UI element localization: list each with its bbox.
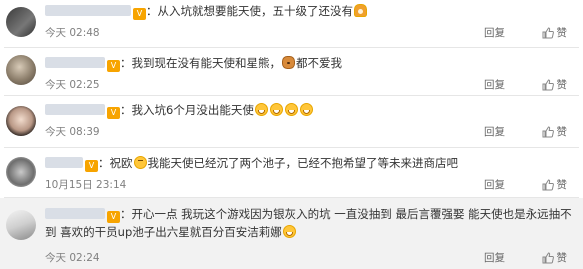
thumbs-up-icon bbox=[542, 126, 554, 138]
avatar[interactable] bbox=[6, 55, 36, 85]
comment-text: ：我入坑6个月没出能天使 bbox=[120, 103, 254, 117]
member-badge-icon: V bbox=[107, 211, 120, 223]
comment-meta: 今天 08:39 回复 赞 bbox=[45, 125, 575, 139]
like-label: 赞 bbox=[556, 126, 568, 138]
avatar[interactable] bbox=[6, 106, 36, 136]
bear-emoji-icon bbox=[282, 56, 295, 69]
avatar[interactable] bbox=[6, 157, 36, 187]
username[interactable] bbox=[45, 5, 131, 16]
grin-emoji-icon bbox=[282, 225, 296, 238]
comment-text: ：我到现在没有能天使和星熊， bbox=[120, 56, 281, 70]
comment-text: ：祝欧 bbox=[98, 156, 133, 170]
member-badge-icon: V bbox=[85, 160, 98, 172]
like-label: 赞 bbox=[556, 79, 568, 91]
comment-item: V ：从入坑就想要能天使，五十级了还没有 今天 02:48 回复 赞 bbox=[0, 0, 583, 46]
avatar[interactable] bbox=[6, 210, 36, 240]
comment-text: ：开心一点 我玩这个游戏因为银灰入的坑 一直没抽到 最后言覆强娶 能天使也是永远… bbox=[45, 207, 572, 239]
comment-meta: 10月15日 23:14 回复 赞 bbox=[45, 178, 575, 192]
comment-body: V ：从入坑就想要能天使，五十级了还没有 bbox=[45, 3, 575, 20]
reply-button[interactable]: 回复 bbox=[484, 125, 505, 139]
like-button[interactable]: 赞 bbox=[542, 26, 568, 40]
thumbs-up-icon bbox=[542, 79, 554, 91]
timestamp: 今天 02:25 bbox=[45, 79, 100, 91]
comment-meta: 今天 02:24 回复 赞 bbox=[45, 251, 575, 265]
comment-item: V ：我到现在没有能天使和星熊， 都不爱我 今天 02:25 回复 赞 bbox=[0, 48, 583, 94]
username[interactable] bbox=[45, 208, 105, 219]
reply-button[interactable]: 回复 bbox=[484, 78, 505, 92]
thumbs-up-icon bbox=[542, 27, 554, 39]
timestamp: 今天 02:24 bbox=[45, 252, 100, 264]
comment-body: V ：祝欧 我能天使已经沉了两个池子，已经不抱希望了等未来进商店吧 bbox=[45, 155, 575, 172]
comment-body: V ：我入坑6个月没出能天使 bbox=[45, 102, 575, 119]
sweat-emoji-icon bbox=[133, 156, 147, 169]
grin-emoji-icon bbox=[254, 103, 268, 116]
like-button[interactable]: 赞 bbox=[542, 178, 568, 192]
like-label: 赞 bbox=[556, 252, 568, 264]
grin-emoji-icon bbox=[269, 103, 283, 116]
comment-item: V ：我入坑6个月没出能天使 今天 08:39 回复 赞 bbox=[0, 96, 583, 146]
reply-button[interactable]: 回复 bbox=[484, 251, 505, 265]
like-button[interactable]: 赞 bbox=[542, 251, 568, 265]
comment-text: ：从入坑就想要能天使，五十级了还没有 bbox=[146, 4, 353, 18]
username[interactable] bbox=[45, 157, 83, 168]
comment-body: V ：我到现在没有能天使和星熊， 都不爱我 bbox=[45, 55, 575, 72]
comment-meta: 今天 02:25 回复 赞 bbox=[45, 78, 575, 92]
comment-list: V ：从入坑就想要能天使，五十级了还没有 今天 02:48 回复 赞 V ：我到现在… bbox=[0, 0, 583, 269]
thumbs-up-icon bbox=[542, 252, 554, 264]
member-badge-icon: V bbox=[107, 107, 120, 119]
comment-text-after: 都不爱我 bbox=[296, 56, 342, 70]
like-label: 赞 bbox=[556, 27, 568, 39]
like-button[interactable]: 赞 bbox=[542, 125, 568, 139]
reply-button[interactable]: 回复 bbox=[484, 26, 505, 40]
reply-button[interactable]: 回复 bbox=[484, 178, 505, 192]
timestamp: 10月15日 23:14 bbox=[45, 179, 127, 191]
grin-emoji-icon bbox=[284, 103, 298, 116]
like-button[interactable]: 赞 bbox=[542, 78, 568, 92]
grin-emoji-icon bbox=[299, 103, 313, 116]
comment-body: V ：开心一点 我玩这个游戏因为银灰入的坑 一直没抽到 最后言覆强娶 能天使也是永… bbox=[45, 205, 575, 241]
comment-meta: 今天 02:48 回复 赞 bbox=[45, 26, 575, 40]
like-label: 赞 bbox=[556, 179, 568, 191]
timestamp: 今天 02:48 bbox=[45, 27, 100, 39]
member-badge-icon: V bbox=[107, 60, 120, 72]
avatar[interactable] bbox=[6, 7, 36, 37]
comment-item: V ：祝欧 我能天使已经沉了两个池子，已经不抱希望了等未来进商店吧 10月15日 2… bbox=[0, 148, 583, 196]
comment-item: V ：开心一点 我玩这个游戏因为银灰入的坑 一直没抽到 最后言覆强娶 能天使也是永… bbox=[0, 198, 583, 269]
comment-text-after: 我能天使已经沉了两个池子，已经不抱希望了等未来进商店吧 bbox=[147, 156, 459, 170]
thumbs-up-icon bbox=[542, 179, 554, 191]
timestamp: 今天 08:39 bbox=[45, 126, 100, 138]
person-emoji-icon bbox=[354, 4, 367, 17]
member-badge-icon: V bbox=[133, 8, 146, 20]
username[interactable] bbox=[45, 104, 105, 115]
username[interactable] bbox=[45, 57, 105, 68]
